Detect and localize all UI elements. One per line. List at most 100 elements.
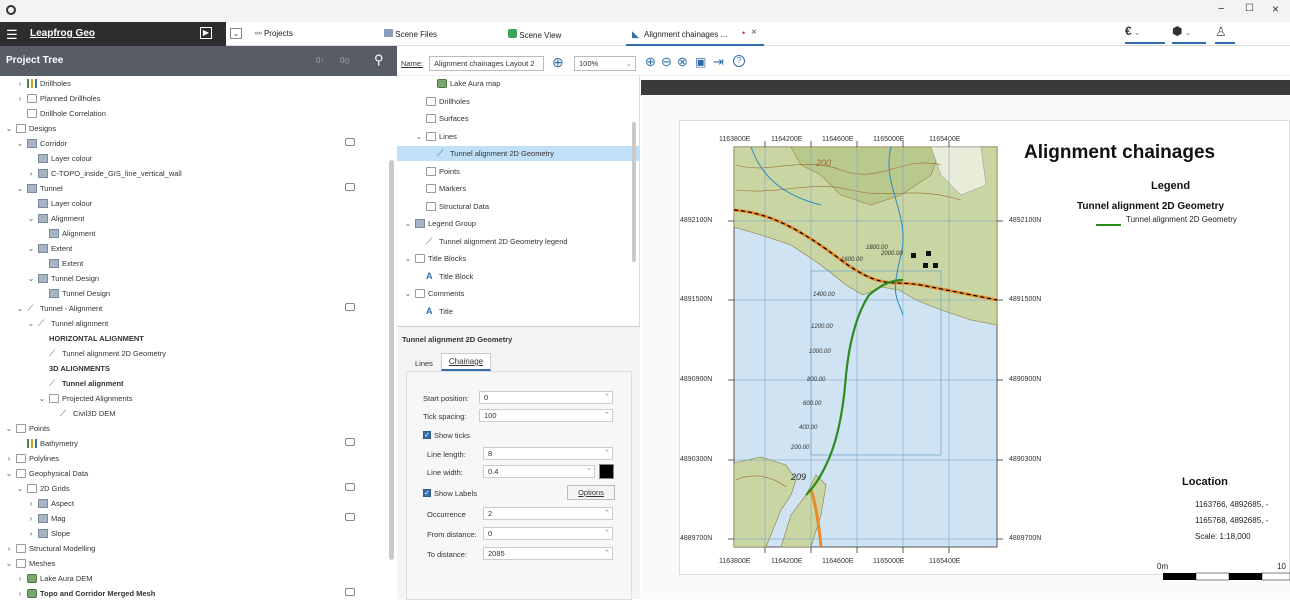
app-menu-button[interactable]: ☰ Leapfrog Geo <box>0 22 186 46</box>
chevron-down-icon[interactable]: ⌄ <box>15 481 25 496</box>
tree-row[interactable]: › C-TOPO_inside_GIS_line_vertical_wall <box>0 166 388 181</box>
tree-row[interactable]: › Slope <box>0 526 388 541</box>
tree-row[interactable]: Alignment <box>0 226 388 241</box>
chevron-down-icon[interactable]: ⌄ <box>37 391 47 406</box>
tree-row[interactable]: ⌄ Comments <box>397 286 640 301</box>
line-width-input[interactable]: 0.4 ⌃ <box>483 465 595 478</box>
close-button[interactable]: × <box>1272 2 1279 16</box>
to-distance-input[interactable]: 2085 ⌃ <box>483 547 613 560</box>
tree-row[interactable]: › Lake Aura DEM <box>0 571 388 586</box>
chevron-down-icon[interactable]: ⌄ <box>230 28 242 39</box>
tree-row[interactable]: ⌄ Alignment <box>0 211 388 226</box>
tree-row[interactable]: Drillhole Correlation <box>0 106 388 121</box>
tree-row[interactable]: ⌄ ⟋ Tunnel - Alignment <box>0 301 388 316</box>
tree-row[interactable]: Layer colour <box>0 196 388 211</box>
tree-row[interactable]: ⌄ 2D Grids <box>0 481 388 496</box>
comment-icon[interactable] <box>345 183 355 191</box>
project-tree-scrollbar[interactable] <box>389 160 394 560</box>
chevron-right-icon[interactable]: › <box>15 91 25 106</box>
tree-row[interactable]: ⌄ Designs <box>0 121 388 136</box>
comment-icon[interactable] <box>345 303 355 311</box>
layout-name-input[interactable]: Alignment chainages Layout 2 <box>429 56 544 71</box>
tree-row[interactable]: ⌄ Meshes <box>0 556 388 571</box>
show-ticks-checkbox[interactable]: ✓ <box>423 431 431 439</box>
chevron-right-icon[interactable]: › <box>26 526 36 541</box>
tree-row[interactable]: ⌄ Legend Group <box>397 216 640 231</box>
tree-row[interactable]: ⌄ ⟋ Tunnel alignment <box>0 316 388 331</box>
tree-row[interactable]: Tunnel Design <box>0 286 388 301</box>
tree-row[interactable]: › Aspect <box>0 496 388 511</box>
tree-row[interactable]: ⟋ Tunnel alignment <box>0 376 388 391</box>
chevron-right-icon[interactable]: › <box>15 571 25 586</box>
tree-row[interactable]: ⌄ Geophysical Data <box>0 466 388 481</box>
chevron-down-icon[interactable]: ⌄ <box>4 556 14 571</box>
help-icon[interactable]: ? <box>733 55 745 67</box>
tab-chainage[interactable]: Chainage <box>441 353 491 371</box>
tree-row[interactable]: Lake Aura map <box>397 76 640 91</box>
tree-row[interactable]: ⟋ Tunnel alignment 2D Geometry legend <box>397 234 640 249</box>
tree-row[interactable]: › Planned Drillholes <box>0 91 388 106</box>
save-icon[interactable]: ▣ <box>695 55 706 69</box>
chevron-right-icon[interactable]: › <box>15 76 25 91</box>
tree-row[interactable]: ⌄ Projected Alignments <box>0 391 388 406</box>
tree-row[interactable]: › Polylines <box>0 451 388 466</box>
outline-scrollbar[interactable] <box>632 122 636 262</box>
chevron-down-icon[interactable]: ⌄ <box>4 121 14 136</box>
comment-icon[interactable] <box>345 588 355 596</box>
tab-lines[interactable]: Lines <box>415 359 433 368</box>
tree-row[interactable]: 3D ALIGNMENTS <box>0 361 388 376</box>
comment-icon[interactable] <box>345 513 355 521</box>
tree-row[interactable]: Surfaces <box>397 111 640 126</box>
zoom-select[interactable]: 100% ⌄ <box>574 56 636 71</box>
chevron-right-icon[interactable]: › <box>4 451 14 466</box>
line-color-swatch[interactable] <box>599 464 614 479</box>
from-distance-input[interactable]: 0 ⌃ <box>483 527 613 540</box>
tab-close-icon[interactable]: × <box>751 27 757 38</box>
chevron-down-icon[interactable]: ⌄ <box>26 271 36 286</box>
chevron-down-icon[interactable]: ⌄ <box>15 181 25 196</box>
chevron-down-icon[interactable]: ⌄ <box>4 421 14 436</box>
chevron-right-icon[interactable]: › <box>26 166 36 181</box>
tree-row[interactable]: ⌄ Title Blocks <box>397 251 640 266</box>
tree-row[interactable]: ⟋ Tunnel alignment 2D Geometry <box>0 346 388 361</box>
tree-row[interactable]: ⌄ Tunnel <box>0 181 388 196</box>
chevron-down-icon[interactable]: ⌄ <box>15 301 25 316</box>
zoom-in-icon[interactable]: ⊕ <box>645 54 656 70</box>
tree-row[interactable]: ⌄ Extent <box>0 241 388 256</box>
chevron-down-icon[interactable]: ⌄ <box>403 251 413 266</box>
zoom-region-icon[interactable]: ⊗ <box>677 54 688 70</box>
chevron-down-icon[interactable]: ⌄ <box>26 211 36 226</box>
search-icon[interactable]: ⚲ <box>374 52 384 68</box>
tree-row[interactable]: ⟋ Tunnel alignment 2D Geometry <box>397 146 640 161</box>
chevron-down-icon[interactable]: ⌄ <box>403 286 413 301</box>
chevron-right-icon[interactable]: › <box>4 541 14 556</box>
tree-row[interactable]: ⌄ Lines <box>397 129 640 144</box>
user-icon[interactable]: ♙ <box>1215 24 1235 44</box>
tree-row[interactable]: Drillholes <box>397 94 640 109</box>
tree-row[interactable]: A Title Block <box>397 269 640 284</box>
tree-row[interactable]: Markers <box>397 181 640 196</box>
chevron-down-icon[interactable]: ⌄ <box>414 129 424 144</box>
zoom-fit-icon[interactable]: ⊕ <box>552 54 564 71</box>
zoom-out-icon[interactable]: ⊖ <box>661 54 672 70</box>
scene-play-button[interactable]: ▶ <box>186 22 226 46</box>
chevron-down-icon[interactable]: ⌄ <box>26 241 36 256</box>
tree-row[interactable]: Points <box>397 164 640 179</box>
tab-projects[interactable]: ⚯ Projects <box>255 29 293 38</box>
tree-row[interactable]: Extent <box>0 256 388 271</box>
start-position-input[interactable]: 0 ⌃ <box>479 391 613 404</box>
chevron-down-icon[interactable]: ⌄ <box>26 316 36 331</box>
tab-alignment-chainages[interactable]: ◣ Alignment chainages ... • × <box>626 22 764 46</box>
chevron-right-icon[interactable]: › <box>26 496 36 511</box>
chevron-down-icon[interactable]: ⌄ <box>403 216 413 231</box>
tree-row[interactable]: ⟋ Civil3D DEM <box>0 406 388 421</box>
tab-scene-view[interactable]: Scene View <box>508 29 561 40</box>
chevron-down-icon[interactable]: ⌄ <box>4 466 14 481</box>
chevron-right-icon[interactable]: › <box>15 586 25 599</box>
tree-row[interactable]: Structural Data <box>397 199 640 214</box>
occurrence-input[interactable]: 2 ⌃ <box>483 507 613 520</box>
tree-row[interactable]: HORIZONTAL ALIGNMENT <box>0 331 388 346</box>
chevron-down-icon[interactable]: ⌄ <box>15 136 25 151</box>
tree-row[interactable]: ⌄ Points <box>0 421 388 436</box>
export-icon[interactable]: ⇥ <box>713 54 724 70</box>
